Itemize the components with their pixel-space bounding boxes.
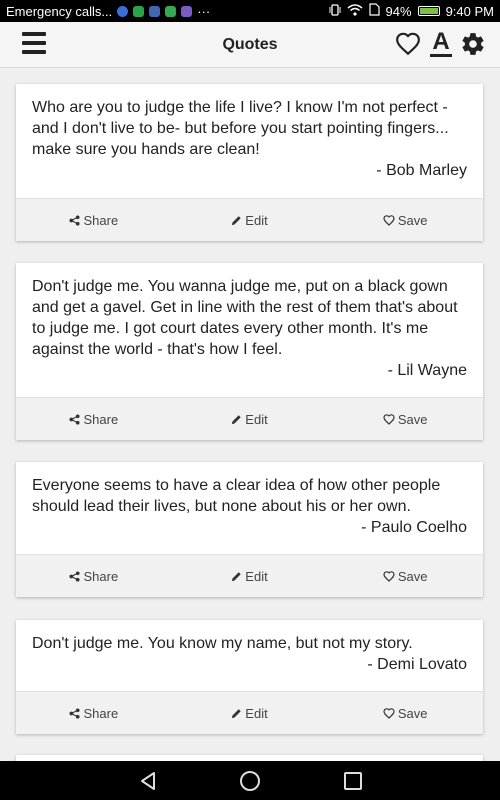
quote-author: - Paulo Coelho (361, 519, 467, 536)
share-label: Share (83, 411, 119, 427)
battery-percent: 94% (385, 3, 412, 19)
notification-icon-2 (133, 5, 145, 17)
quote-author: - Bob Marley (376, 162, 467, 179)
quote-author: - Lil Wayne (387, 362, 467, 379)
system-nav-bar (0, 761, 500, 800)
notification-icon-1 (117, 5, 129, 17)
gear-icon[interactable] (460, 31, 486, 57)
edit-label: Edit (245, 568, 268, 584)
font-icon-letter: A (432, 28, 450, 55)
quote-text: Don't judge me. You wanna judge me, put … (32, 278, 458, 358)
pencil-icon (232, 414, 242, 424)
heart-outline-icon (383, 214, 395, 226)
quote-text: Don't judge me. You know my name, but no… (32, 635, 413, 652)
share-label: Share (83, 568, 119, 584)
heart-outline-icon (383, 413, 395, 425)
save-label: Save (397, 411, 428, 427)
share-label: Share (83, 705, 119, 721)
edit-label: Edit (245, 705, 268, 721)
status-bar: Emergency calls... ··· 94% 9:40 PM (0, 0, 500, 22)
quote-card: Who are you to judge the life I live? I … (16, 84, 483, 241)
quote-text: Everyone seems to have a clear idea of h… (32, 477, 441, 515)
edit-button[interactable]: Edit (172, 569, 328, 584)
save-button[interactable]: Save (327, 569, 483, 584)
more-notifications-icon: ··· (197, 3, 211, 19)
heart-outline-icon (383, 570, 395, 582)
share-icon (69, 413, 81, 425)
page-title: Quotes (222, 36, 278, 53)
quote-actions: Share Edit Save (16, 554, 483, 597)
share-button[interactable]: Share (16, 706, 172, 721)
quote-actions: Share Edit Save (16, 198, 483, 241)
share-icon (69, 707, 81, 719)
battery-icon (417, 6, 440, 16)
pencil-icon (232, 708, 242, 718)
share-icon (69, 570, 81, 582)
sim-icon (368, 3, 380, 19)
quote-card: Don't judge me. You wanna judge me, put … (16, 263, 483, 440)
facebook-icon (149, 5, 161, 17)
pencil-icon (232, 571, 242, 581)
save-button[interactable]: Save (327, 706, 483, 721)
quote-card: Don't judge me. You know my name, but no… (16, 620, 483, 734)
edit-label: Edit (245, 411, 268, 427)
back-icon[interactable] (137, 770, 159, 792)
edit-button[interactable]: Edit (172, 213, 328, 228)
quote-text: Who are you to judge the life I live? I … (32, 99, 449, 158)
save-label: Save (397, 705, 428, 721)
share-button[interactable]: Share (16, 213, 172, 228)
clock: 9:40 PM (445, 3, 494, 19)
quote-actions: Share Edit Save (16, 691, 483, 734)
quote-author: - Demi Lovato (367, 656, 467, 673)
app-bar: Quotes A (0, 22, 500, 68)
share-label: Share (83, 212, 119, 228)
recents-icon[interactable] (342, 770, 364, 792)
quote-actions: Share Edit Save (16, 397, 483, 440)
save-button[interactable]: Save (327, 412, 483, 427)
heart-outline-icon (383, 707, 395, 719)
share-icon (69, 214, 81, 226)
favorites-heart-icon[interactable] (395, 31, 421, 57)
save-label: Save (397, 212, 428, 228)
pencil-icon (232, 215, 242, 225)
notification-icon-4 (165, 5, 177, 17)
font-size-icon[interactable]: A (428, 29, 454, 59)
notification-icon-5 (181, 5, 193, 17)
wifi-icon (347, 3, 363, 19)
save-label: Save (397, 568, 428, 584)
save-button[interactable]: Save (327, 213, 483, 228)
share-button[interactable]: Share (16, 412, 172, 427)
carrier-text: Emergency calls... (6, 3, 113, 19)
menu-icon[interactable] (22, 32, 46, 56)
quote-card: Everyone seems to have a clear idea of h… (16, 462, 483, 597)
edit-label: Edit (245, 212, 268, 228)
home-icon[interactable] (239, 770, 261, 792)
edit-button[interactable]: Edit (172, 412, 328, 427)
share-button[interactable]: Share (16, 569, 172, 584)
vibrate-icon (329, 3, 341, 19)
edit-button[interactable]: Edit (172, 706, 328, 721)
